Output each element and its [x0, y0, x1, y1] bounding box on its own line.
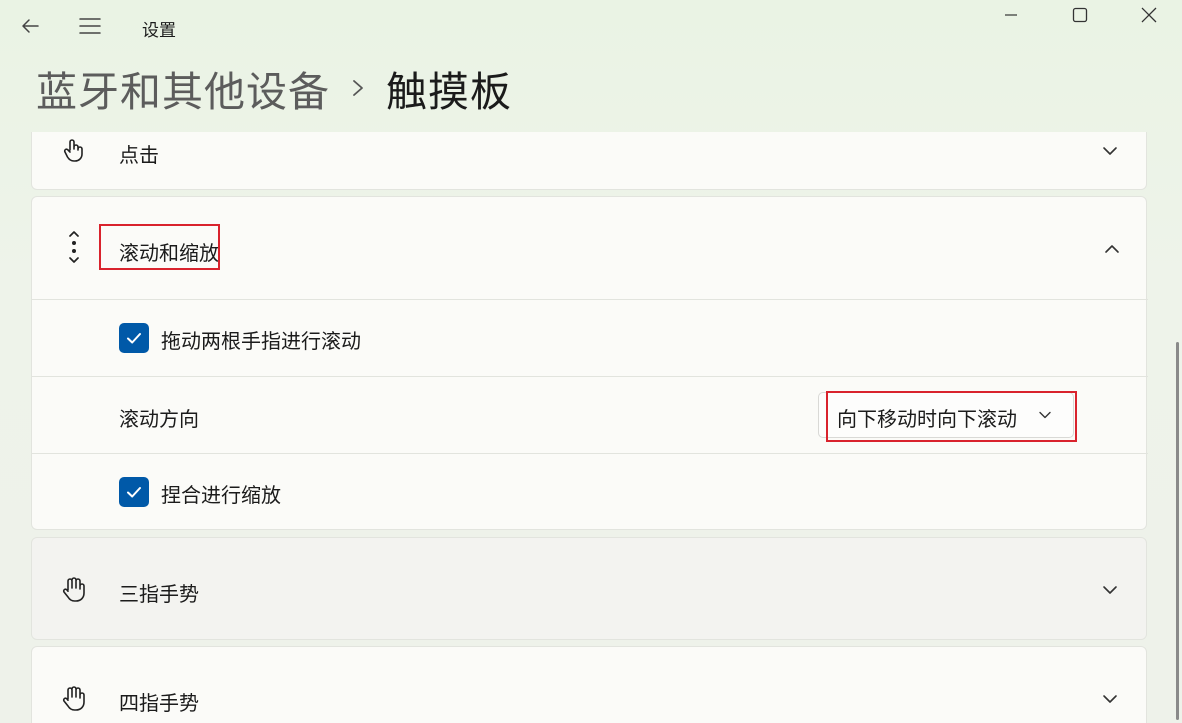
- scroll-arrows-icon: [60, 231, 88, 263]
- pinch-zoom-row: 捏合进行缩放: [32, 453, 1148, 531]
- tap-hand-icon: [60, 136, 88, 164]
- breadcrumb-separator: [330, 78, 386, 98]
- page-title: 触摸板: [386, 68, 512, 116]
- scrollbar[interactable]: [1176, 342, 1179, 720]
- four-finger-section-header[interactable]: 四指手势: [31, 646, 1147, 723]
- chevron-down-icon: [1100, 689, 1120, 709]
- back-button[interactable]: [12, 8, 48, 44]
- chevron-down-icon: [1100, 141, 1120, 161]
- four-finger-label: 四指手势: [119, 691, 199, 715]
- taps-label: 点击: [119, 143, 159, 167]
- title-bar: 设置: [0, 0, 1182, 52]
- four-finger-hand-icon: [60, 684, 88, 712]
- pinch-zoom-checkbox[interactable]: [119, 477, 149, 507]
- highlight-box-scroll-direction: [826, 391, 1077, 442]
- navigation-menu-button[interactable]: [72, 8, 108, 44]
- checkmark-icon: [127, 333, 141, 344]
- minimize-button[interactable]: [988, 0, 1034, 30]
- pinch-zoom-label: 捏合进行缩放: [161, 483, 281, 507]
- breadcrumb-parent-link[interactable]: 蓝牙和其他设备: [36, 58, 330, 118]
- three-finger-section-header[interactable]: 三指手势: [31, 537, 1147, 640]
- two-finger-scroll-checkbox[interactable]: [119, 323, 149, 353]
- checkmark-icon: [127, 487, 141, 498]
- taps-section-header[interactable]: 点击: [31, 132, 1147, 190]
- chevron-up-icon: [1102, 239, 1122, 259]
- app-title: 设置: [142, 21, 176, 41]
- scroll-direction-label: 滚动方向: [119, 407, 199, 431]
- chevron-right-icon: [353, 80, 363, 96]
- close-button[interactable]: [1126, 0, 1172, 30]
- maximize-button[interactable]: [1057, 0, 1103, 30]
- two-finger-scroll-label: 拖动两根手指进行滚动: [161, 329, 361, 353]
- chevron-down-icon: [1100, 580, 1120, 600]
- highlight-box-scroll-zoom: [99, 224, 220, 270]
- back-arrow-icon: [22, 19, 39, 33]
- minimize-icon: [1005, 14, 1017, 16]
- breadcrumb: 蓝牙和其他设备 触摸板: [36, 58, 512, 118]
- three-finger-hand-icon: [60, 575, 88, 603]
- three-finger-label: 三指手势: [119, 582, 199, 606]
- close-icon: [1141, 7, 1157, 23]
- hamburger-menu-icon: [79, 18, 101, 34]
- maximize-icon: [1072, 7, 1088, 23]
- two-finger-scroll-row: 拖动两根手指进行滚动: [32, 299, 1148, 376]
